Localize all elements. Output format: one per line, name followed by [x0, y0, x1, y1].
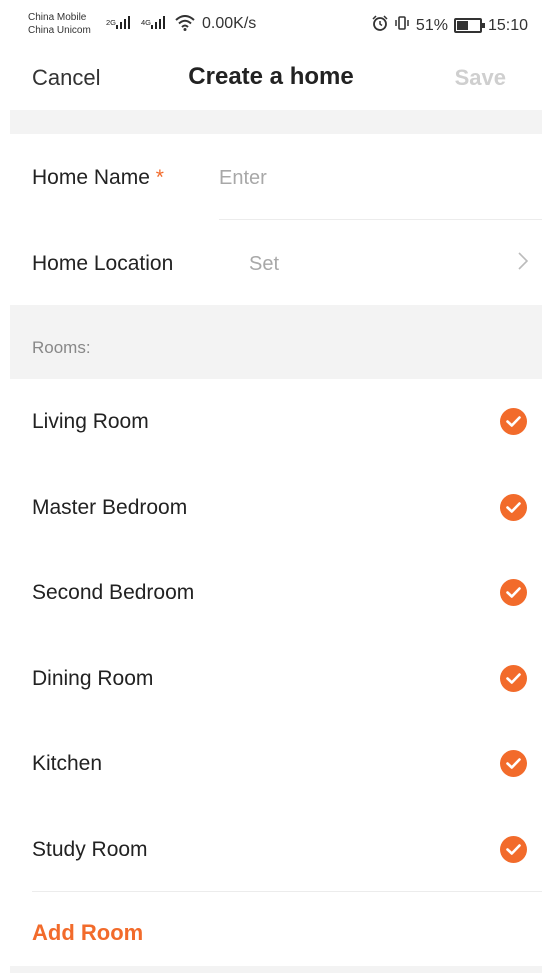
- nav-bar: Cancel Create a home Save: [0, 48, 542, 110]
- clock: 15:10: [487, 16, 528, 34]
- home-location-label: Home Location: [32, 252, 174, 275]
- room-label: Master Bedroom: [32, 496, 188, 519]
- room-row-kitchen[interactable]: Kitchen: [0, 721, 542, 807]
- check-circle-icon[interactable]: [500, 750, 527, 777]
- alarm-icon: [372, 15, 388, 36]
- vibrate-icon: [394, 15, 410, 36]
- room-row-master-bedroom[interactable]: Master Bedroom: [0, 465, 542, 550]
- room-row-living-room[interactable]: Living Room: [0, 379, 542, 465]
- divider: [32, 891, 542, 892]
- battery-percent: 51%: [415, 16, 448, 34]
- signal-2-icon: 4G: [141, 16, 166, 31]
- home-name-label-text: Home Name: [32, 166, 150, 189]
- room-label: Kitchen: [32, 752, 103, 775]
- carrier-2: China Unicom: [28, 25, 91, 36]
- network-speed: 0.00K/s: [202, 15, 257, 32]
- required-mark: *: [155, 166, 164, 189]
- wifi-icon: [175, 15, 195, 33]
- signal-1-type: 2G: [106, 18, 117, 27]
- chevron-right-icon: [518, 250, 529, 276]
- save-button[interactable]: Save: [455, 65, 506, 91]
- check-circle-icon[interactable]: [500, 494, 527, 521]
- carrier-names: China Mobile China Unicom: [28, 11, 91, 37]
- room-label: Study Room: [32, 838, 148, 861]
- home-location-row[interactable]: Home Location Set: [0, 220, 542, 305]
- room-label: Dining Room: [32, 667, 154, 690]
- battery-icon: [453, 18, 485, 33]
- room-row-study-room[interactable]: Study Room: [0, 807, 542, 892]
- status-bar: China Mobile China Unicom 2G 4G 0.00K/s …: [0, 0, 542, 48]
- section-gap: [10, 110, 542, 134]
- check-circle-icon[interactable]: [500, 579, 527, 606]
- carrier-1: China Mobile: [28, 12, 87, 23]
- add-room-button[interactable]: Add Room: [32, 920, 143, 946]
- check-circle-icon[interactable]: [500, 408, 527, 435]
- home-name-label: Home Name *: [32, 166, 164, 190]
- home-location-value[interactable]: Set: [249, 253, 279, 276]
- rooms-section-header: Rooms:: [10, 305, 542, 379]
- room-row-dining-room[interactable]: Dining Room: [0, 636, 542, 721]
- check-circle-icon[interactable]: [500, 836, 527, 863]
- signal-2-type: 4G: [141, 18, 152, 27]
- signal-1-icon: 2G: [106, 16, 131, 31]
- room-row-second-bedroom[interactable]: Second Bedroom: [0, 550, 542, 636]
- room-label: Living Room: [32, 410, 149, 433]
- home-name-input[interactable]: Enter: [219, 167, 267, 190]
- rooms-section-label: Rooms:: [32, 338, 91, 357]
- right-status: 51% 15:10: [372, 15, 528, 36]
- bottom-gap: [10, 966, 542, 973]
- check-circle-icon[interactable]: [500, 665, 527, 692]
- room-label: Second Bedroom: [32, 581, 195, 604]
- home-name-row[interactable]: Home Name * Enter: [0, 134, 542, 220]
